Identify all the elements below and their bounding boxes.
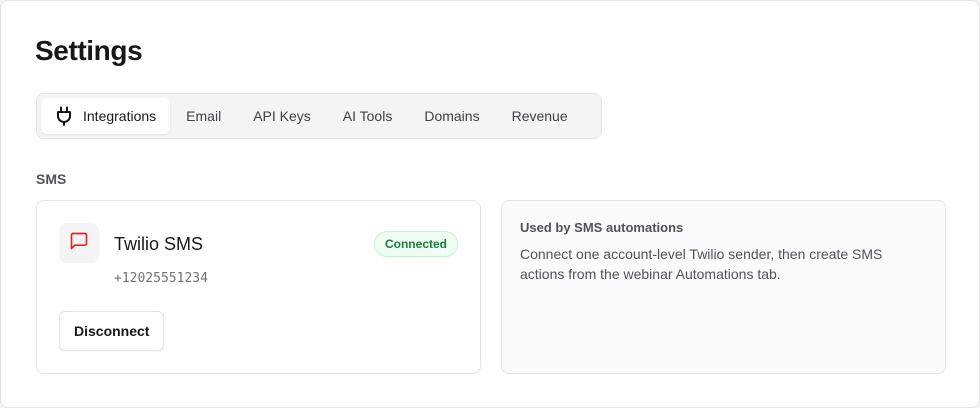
message-square-icon xyxy=(69,231,89,256)
tab-api-keys[interactable]: API Keys xyxy=(237,98,327,134)
settings-tabs: Integrations Email API Keys AI Tools Dom… xyxy=(36,93,602,139)
plug-icon xyxy=(55,106,73,126)
sms-info-card: Used by SMS automations Connect one acco… xyxy=(501,200,946,374)
phone-number: +12025551234 xyxy=(114,271,208,286)
tab-ai-tools[interactable]: AI Tools xyxy=(327,98,409,134)
tab-revenue[interactable]: Revenue xyxy=(496,98,584,134)
integration-name: Twilio SMS xyxy=(114,234,204,254)
tab-integrations-label: Integrations xyxy=(83,108,157,124)
tab-email[interactable]: Email xyxy=(170,98,237,134)
info-body: Connect one account-level Twilio sender,… xyxy=(520,246,883,282)
info-title: Used by SMS automations xyxy=(520,220,684,235)
tab-integrations[interactable]: Integrations xyxy=(41,98,171,134)
disconnect-button[interactable]: Disconnect xyxy=(59,311,165,351)
tab-domains-label: Domains xyxy=(424,108,480,124)
settings-panel: Settings Integrations Email API Keys AI … xyxy=(0,0,980,408)
status-badge: Connected xyxy=(373,231,458,257)
page-title: Settings xyxy=(35,35,143,66)
tab-email-label: Email xyxy=(186,108,222,124)
tab-ai-tools-label: AI Tools xyxy=(342,108,393,124)
twilio-integration-card: Twilio SMS Connected +12025551234 Discon… xyxy=(36,200,481,374)
tab-api-keys-label: API Keys xyxy=(253,108,311,124)
integration-avatar xyxy=(59,223,99,263)
tab-revenue-label: Revenue xyxy=(511,108,568,124)
section-label-sms: SMS xyxy=(36,171,67,187)
tab-domains[interactable]: Domains xyxy=(408,98,495,134)
